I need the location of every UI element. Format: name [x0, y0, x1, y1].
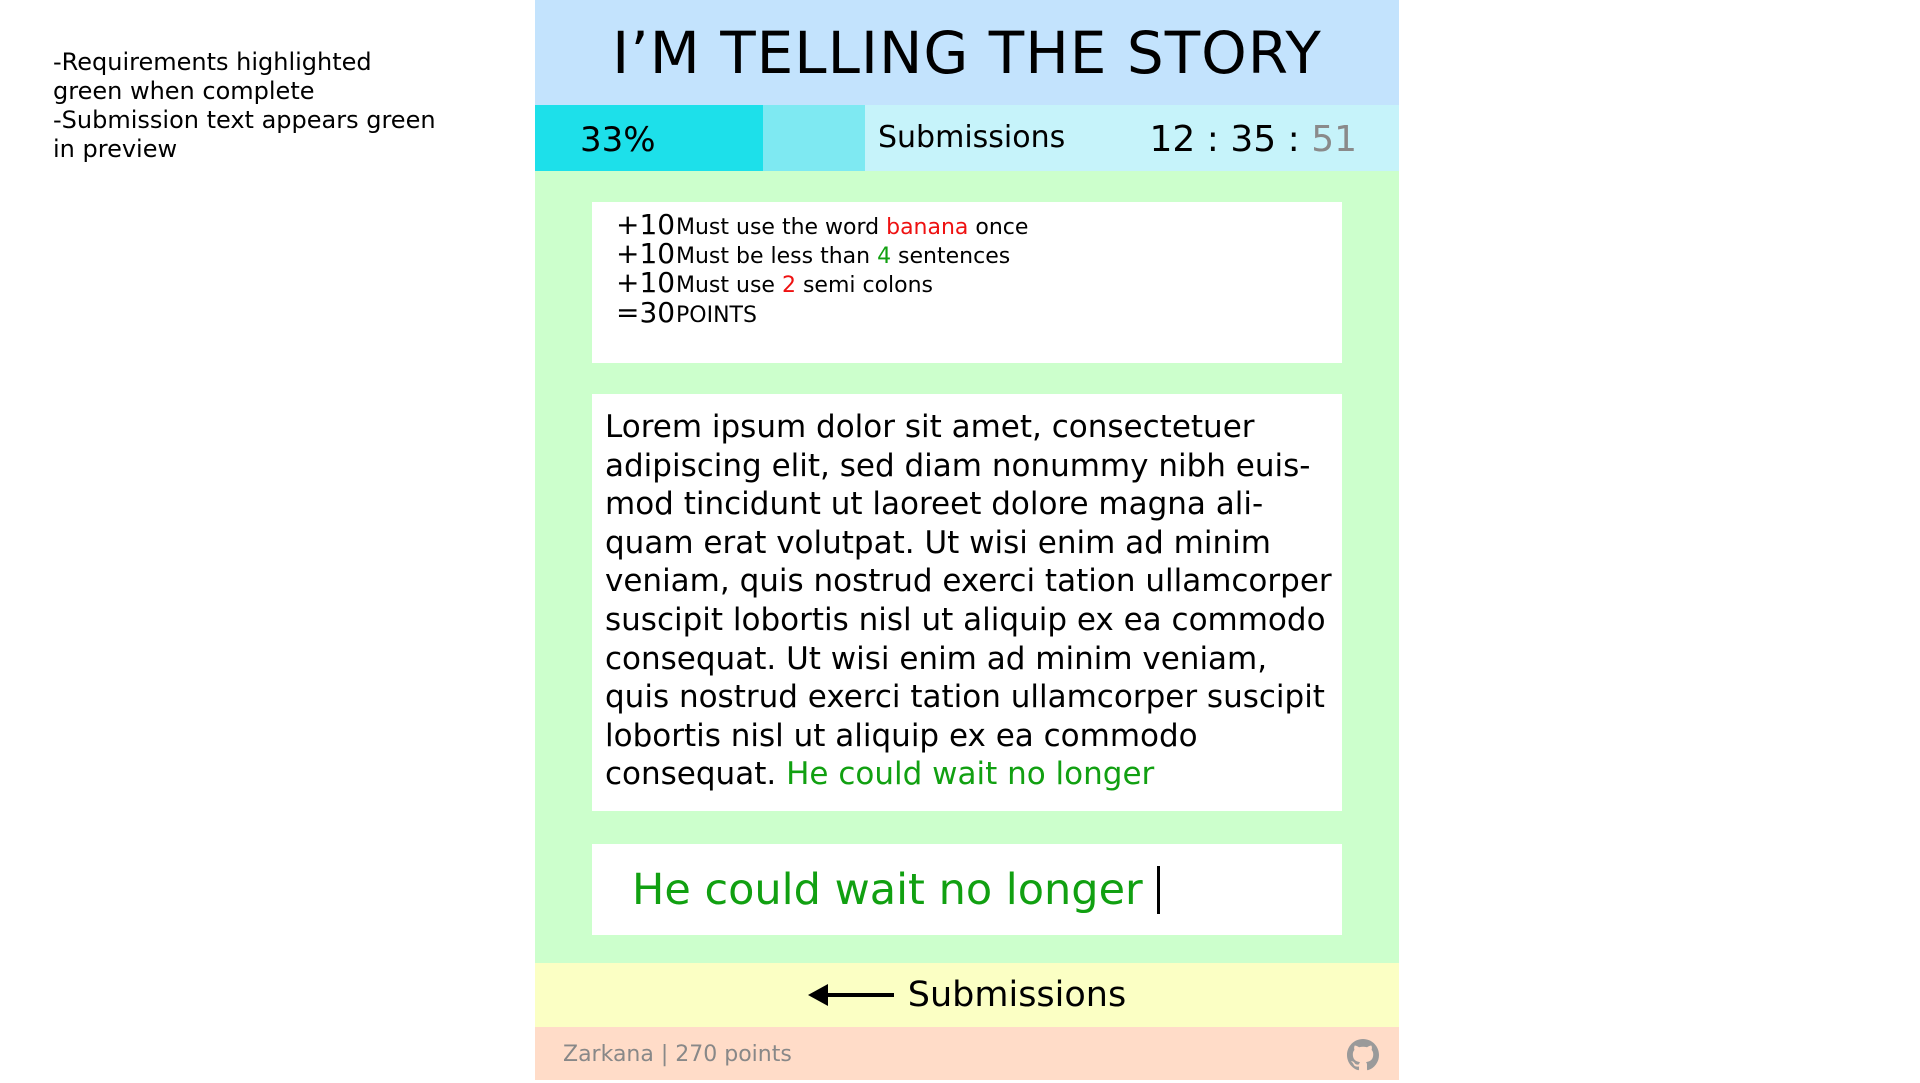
- user-info: Zarkana | 270 points: [563, 1042, 792, 1067]
- requirement-text: Must use 2 semi colons: [676, 273, 933, 298]
- design-notes: -Requirements highlighted green when com…: [53, 48, 453, 164]
- footer: Zarkana | 270 points: [535, 1027, 1399, 1080]
- points-total-label: POINTS: [676, 303, 757, 328]
- story-text: Lorem ipsum dolor sit amet, consectetuer…: [605, 408, 1333, 794]
- story-app: I’M TELLING THE STORY 33% Submissions 12…: [535, 0, 1399, 1080]
- submissions-heading: Submissions: [878, 120, 1066, 155]
- status-bar: 33% Submissions 12 : 35 : 51: [535, 105, 1399, 171]
- note-2: -Submission text appears green in previe…: [53, 106, 436, 163]
- arrow-left-icon: [807, 984, 894, 1006]
- story-body: Lorem ipsum dolor sit amet, consectetuer…: [605, 409, 1332, 793]
- note-1: -Requirements highlighted green when com…: [53, 48, 372, 105]
- timer-minutes: 35: [1230, 119, 1277, 160]
- countdown-timer: 12 : 35 : 51: [1150, 105, 1357, 171]
- timer-hours: 12: [1149, 119, 1196, 160]
- points-total: =30: [616, 296, 676, 329]
- requirement-text-before: Must use: [676, 273, 782, 298]
- progress-label: 33%: [580, 120, 656, 160]
- main-panel: +10 Must use the word banana once +10 Mu…: [535, 171, 1399, 963]
- page-title: I’M TELLING THE STORY: [612, 18, 1322, 87]
- points-total-row: =30 POINTS: [616, 296, 757, 330]
- github-icon[interactable]: [1347, 1039, 1379, 1071]
- requirement-text-after: semi colons: [795, 273, 934, 298]
- submission-input[interactable]: He could wait no longer: [592, 844, 1342, 935]
- submission-input-value: He could wait no longer: [632, 864, 1143, 915]
- timer-seconds: 51: [1311, 119, 1357, 160]
- requirement-row: +10 Must use 2 semi colons: [616, 266, 933, 300]
- story-text-card: Lorem ipsum dolor sit amet, consectetuer…: [592, 394, 1342, 811]
- submissions-nav-label: Submissions: [907, 975, 1127, 1015]
- requirement-highlight: 2: [781, 273, 796, 298]
- progress-bar: 33%: [535, 105, 865, 171]
- requirement-points: +10: [616, 266, 676, 299]
- submission-input-text[interactable]: He could wait no longer: [632, 865, 1160, 915]
- timer-separator: :: [1276, 119, 1312, 160]
- submissions-nav-button[interactable]: Submissions: [535, 963, 1399, 1027]
- timer-separator: :: [1195, 119, 1231, 160]
- submission-preview: He could wait no longer: [786, 756, 1155, 793]
- requirements-card: +10 Must use the word banana once +10 Mu…: [592, 202, 1342, 363]
- header: I’M TELLING THE STORY: [535, 0, 1399, 105]
- text-caret: [1156, 865, 1160, 914]
